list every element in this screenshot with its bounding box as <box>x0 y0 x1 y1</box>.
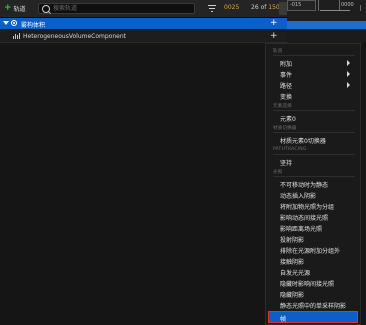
menu-item-path[interactable]: 路径 <box>280 81 292 90</box>
menu-item-affect-dynamic-indirect[interactable]: 影响动态间接光照 <box>280 213 328 222</box>
menu-item-self-light[interactable]: 自发光光源 <box>280 268 310 277</box>
menu-item-event[interactable]: 事件 <box>280 70 292 79</box>
outliner-empty-area <box>0 43 265 325</box>
track-row-component[interactable]: HeterogeneousVolumeComponent + <box>0 30 287 43</box>
frame-range-display[interactable]: 26 of 150 <box>251 4 280 11</box>
menu-item-lightmap-as-group[interactable]: 将附加物光照为分组 <box>280 202 334 211</box>
menu-item-static-single-sample[interactable]: 静态光照中的单采样阴影 <box>280 301 346 310</box>
track-label: HeterogeneousVolumeComponent <box>23 33 126 40</box>
plus-icon: + <box>4 3 12 13</box>
expand-arrow-icon[interactable] <box>3 21 9 25</box>
menu-item-transform[interactable]: 变换 <box>280 92 292 101</box>
component-icon <box>13 33 20 39</box>
add-subtrack-button[interactable]: + <box>270 18 278 29</box>
filter-icon[interactable] <box>208 4 216 12</box>
menu-item-cannot-move-static[interactable]: 不可移动时为静态 <box>280 180 328 189</box>
track-search-input[interactable] <box>53 4 191 13</box>
toolbar-divider <box>279 2 287 15</box>
tick-label-zero: 0000 <box>341 2 354 8</box>
menu-section-light: 光照 <box>273 170 359 177</box>
range-current: 26 <box>251 4 259 11</box>
timeline-tick <box>318 0 319 11</box>
menu-section-track: 轨道 <box>273 49 359 56</box>
playback-range-line <box>320 10 350 11</box>
track-label: 雾构体积 <box>21 22 46 29</box>
menu-item-material-switcher[interactable]: 材质元素0切换器 <box>280 136 326 145</box>
add-track-context-menu: 轨道 附加 事件 路径 变换 元素选择 元素0 材质切换器 材质元素0切换器 P… <box>265 43 361 325</box>
menu-item-contact-shadow[interactable]: 接触阴影 <box>280 257 304 266</box>
menu-section-pathtracing: PATHTRACING <box>273 147 354 155</box>
submenu-arrow-icon <box>347 82 350 88</box>
search-icon <box>42 5 50 13</box>
menu-item-frame-label: 帧 <box>280 316 287 323</box>
add-track-button[interactable]: + 轨道 <box>4 3 26 14</box>
add-track-label: 轨道 <box>13 6 26 13</box>
menu-item-frame[interactable]: 帧 <box>268 311 358 323</box>
timeline-tick <box>360 5 361 11</box>
add-subtrack-button[interactable]: + <box>270 30 278 42</box>
timeline-ruler[interactable]: -015 0000 <box>287 0 366 30</box>
menu-item-hidden-shadow[interactable]: 隐藏阴影 <box>280 290 304 299</box>
menu-section-material-switcher: 材质切换器 <box>273 126 354 133</box>
menu-section-element: 元素选择 <box>273 104 355 111</box>
menu-item-hold[interactable]: 坚持 <box>280 158 292 167</box>
menu-item-attach[interactable]: 附加 <box>280 59 292 68</box>
menu-item-dynamic-inset-shadow[interactable]: 动态插入阴影 <box>280 191 316 200</box>
submenu-arrow-icon <box>347 60 350 66</box>
submenu-arrow-icon <box>347 71 350 77</box>
selected-track-timeline-bar[interactable] <box>287 21 366 29</box>
menu-item-exclude-light-group[interactable]: 排除在光源附加分组外 <box>280 246 340 255</box>
tick-label-start: -015 <box>290 2 302 8</box>
menu-item-cast-shadow[interactable]: 投射阴影 <box>280 235 304 244</box>
track-timeline-area <box>287 30 366 43</box>
actor-icon <box>11 20 17 26</box>
menu-item-affect-distance-light[interactable]: 影响距离场光照 <box>280 224 322 233</box>
track-row-volume[interactable]: 雾构体积 + <box>0 18 287 29</box>
range-of: of <box>260 4 267 11</box>
track-search-box[interactable] <box>38 3 195 14</box>
current-frame-display[interactable]: 0025 <box>224 4 239 11</box>
menu-item-element0[interactable]: 元素0 <box>280 114 296 123</box>
menu-item-hidden-affect-indirect[interactable]: 隐藏时影响间接光照 <box>280 279 334 288</box>
